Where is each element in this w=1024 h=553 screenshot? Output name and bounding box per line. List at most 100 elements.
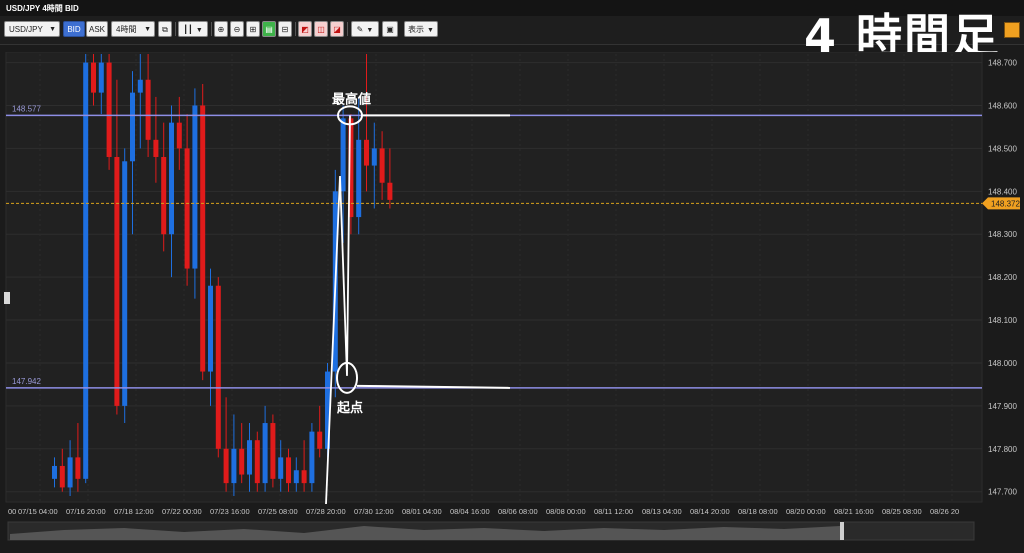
x-tick-label: 08/11 12:00 <box>594 507 633 516</box>
bid-button[interactable]: BID <box>63 21 85 37</box>
candle-body <box>91 62 96 93</box>
x-tick-label: 08/21 16:00 <box>834 507 874 516</box>
shift-icon: ⊟ <box>281 25 289 34</box>
copy-icon: ◫ <box>317 25 325 34</box>
display-label: 表示 <box>408 25 425 34</box>
candle-body <box>59 465 65 488</box>
candle-body <box>122 161 128 406</box>
y-tick-label: 147.700 <box>988 488 1017 497</box>
side-panel-handle[interactable] <box>4 292 10 304</box>
x-tick-label: 08/26 20 <box>930 507 959 516</box>
y-tick-label: 147.900 <box>988 402 1017 411</box>
chart-type-icon: ┃┃ <box>183 25 193 34</box>
candle-body <box>356 139 362 218</box>
y-tick-label: 148.500 <box>988 144 1017 153</box>
candle-body <box>379 148 385 183</box>
x-tick-label: 07/18 12:00 <box>114 507 154 516</box>
zoom-out-button[interactable]: ⊖ <box>230 21 244 37</box>
x-tick-label: 08/13 04:00 <box>642 507 682 516</box>
chart-area[interactable]: 148.577 147.942 148.372 最高値 起点 148.700 148.6… <box>4 46 1020 548</box>
start-annotation-label: 起点 <box>336 400 363 416</box>
candle-body <box>223 448 229 484</box>
candle-body <box>114 156 120 406</box>
candle-body <box>153 139 159 157</box>
chart-type-button[interactable]: ┃┃ ▼ <box>178 21 208 37</box>
navigator-handle[interactable] <box>840 522 844 540</box>
candle-body <box>270 423 276 479</box>
x-tick-label: 00 <box>8 507 16 516</box>
current-price-label: 148.372 <box>991 199 1020 208</box>
copy-button[interactable]: ◫ <box>314 21 328 37</box>
candle-body <box>200 105 206 372</box>
fit-button[interactable]: ⊞ <box>246 21 260 37</box>
candle-body <box>239 448 245 475</box>
candle-body <box>286 457 291 484</box>
chevron-down-icon: ▼ <box>195 27 203 34</box>
candle-body <box>262 423 268 484</box>
y-tick-label: 147.800 <box>988 445 1017 454</box>
candle-body <box>215 285 221 449</box>
window-title: USD/JPY 4時間 BID <box>6 4 79 13</box>
candle-body <box>192 105 198 269</box>
shift-button[interactable]: ⊟ <box>278 21 292 37</box>
candle-body <box>52 465 57 479</box>
candle-body <box>184 148 190 269</box>
candle-body <box>130 92 135 162</box>
timeframe-select[interactable]: 4時間 ▼ <box>111 21 155 37</box>
x-tick-label: 08/18 08:00 <box>738 507 778 516</box>
candle-body <box>309 431 315 484</box>
high-annotation-label: 最高値 <box>332 91 371 107</box>
y-tick-label: 148.400 <box>988 187 1017 196</box>
candle-body <box>247 440 252 475</box>
x-tick-label: 07/25 08:00 <box>258 507 298 516</box>
compare-icon: ⧉ <box>162 25 168 34</box>
fit-icon: ⊞ <box>249 25 257 34</box>
zoom-in-icon: ⊕ <box>217 25 225 34</box>
draw-button[interactable]: ◪ <box>330 21 344 37</box>
x-tick-label: 07/23 16:00 <box>210 507 250 516</box>
ask-button[interactable]: ASK <box>86 21 108 37</box>
x-tick-label: 07/16 20:00 <box>66 507 106 516</box>
x-tick-label: 08/20 00:00 <box>786 507 826 516</box>
candle-body <box>371 148 377 166</box>
candle-body <box>161 156 167 235</box>
price-chart[interactable]: 148.577 147.942 148.372 最高値起点 148.700 148.6… <box>4 46 1020 548</box>
symbol-select[interactable]: USD/JPY ▼ <box>4 21 60 37</box>
y-tick-label: 148.300 <box>988 230 1017 239</box>
candle-body <box>387 182 393 200</box>
auto-scroll-button[interactable]: ▤ <box>262 21 276 37</box>
candle-body <box>75 457 81 479</box>
candle-body <box>317 431 323 449</box>
x-tick-label: 08/06 08:00 <box>498 507 538 516</box>
x-tick-label: 07/22 00:00 <box>162 507 202 516</box>
y-tick-label: 148.000 <box>988 359 1017 368</box>
candle-body <box>301 470 307 484</box>
candle-body <box>364 139 369 166</box>
zoom-in-button[interactable]: ⊕ <box>214 21 228 37</box>
screenshot-button[interactable]: ▣ <box>382 21 398 37</box>
chevron-down-icon: ▼ <box>144 26 151 33</box>
x-tick-label: 08/04 16:00 <box>450 507 490 516</box>
y-tick-label: 148.200 <box>988 273 1017 282</box>
chevron-down-icon: ▼ <box>366 27 374 34</box>
compare-button[interactable]: ⧉ <box>158 21 172 37</box>
chevron-down-icon: ▼ <box>49 26 56 33</box>
candle-body <box>137 79 143 93</box>
candle-body <box>98 62 104 93</box>
x-tick-label: 07/30 12:00 <box>354 507 394 516</box>
candle-body <box>145 79 151 140</box>
draw-icon: ◪ <box>333 25 341 34</box>
candle-body <box>176 122 182 149</box>
horizontal-line-label: 147.942 <box>12 377 41 386</box>
settings-icon[interactable] <box>1004 22 1020 38</box>
x-tick-label: 08/08 00:00 <box>546 507 586 516</box>
display-button[interactable]: 表示 ▼ <box>404 21 438 37</box>
candle-body <box>254 440 260 484</box>
candle-body <box>278 457 284 479</box>
candle-body <box>208 285 213 372</box>
auto-scroll-icon: ▤ <box>265 25 273 34</box>
pen-button[interactable]: ✎ ▼ <box>351 21 379 37</box>
chevron-down-icon: ▼ <box>427 27 434 34</box>
candle-body <box>231 448 237 484</box>
order-button[interactable]: ◩ <box>298 21 312 37</box>
